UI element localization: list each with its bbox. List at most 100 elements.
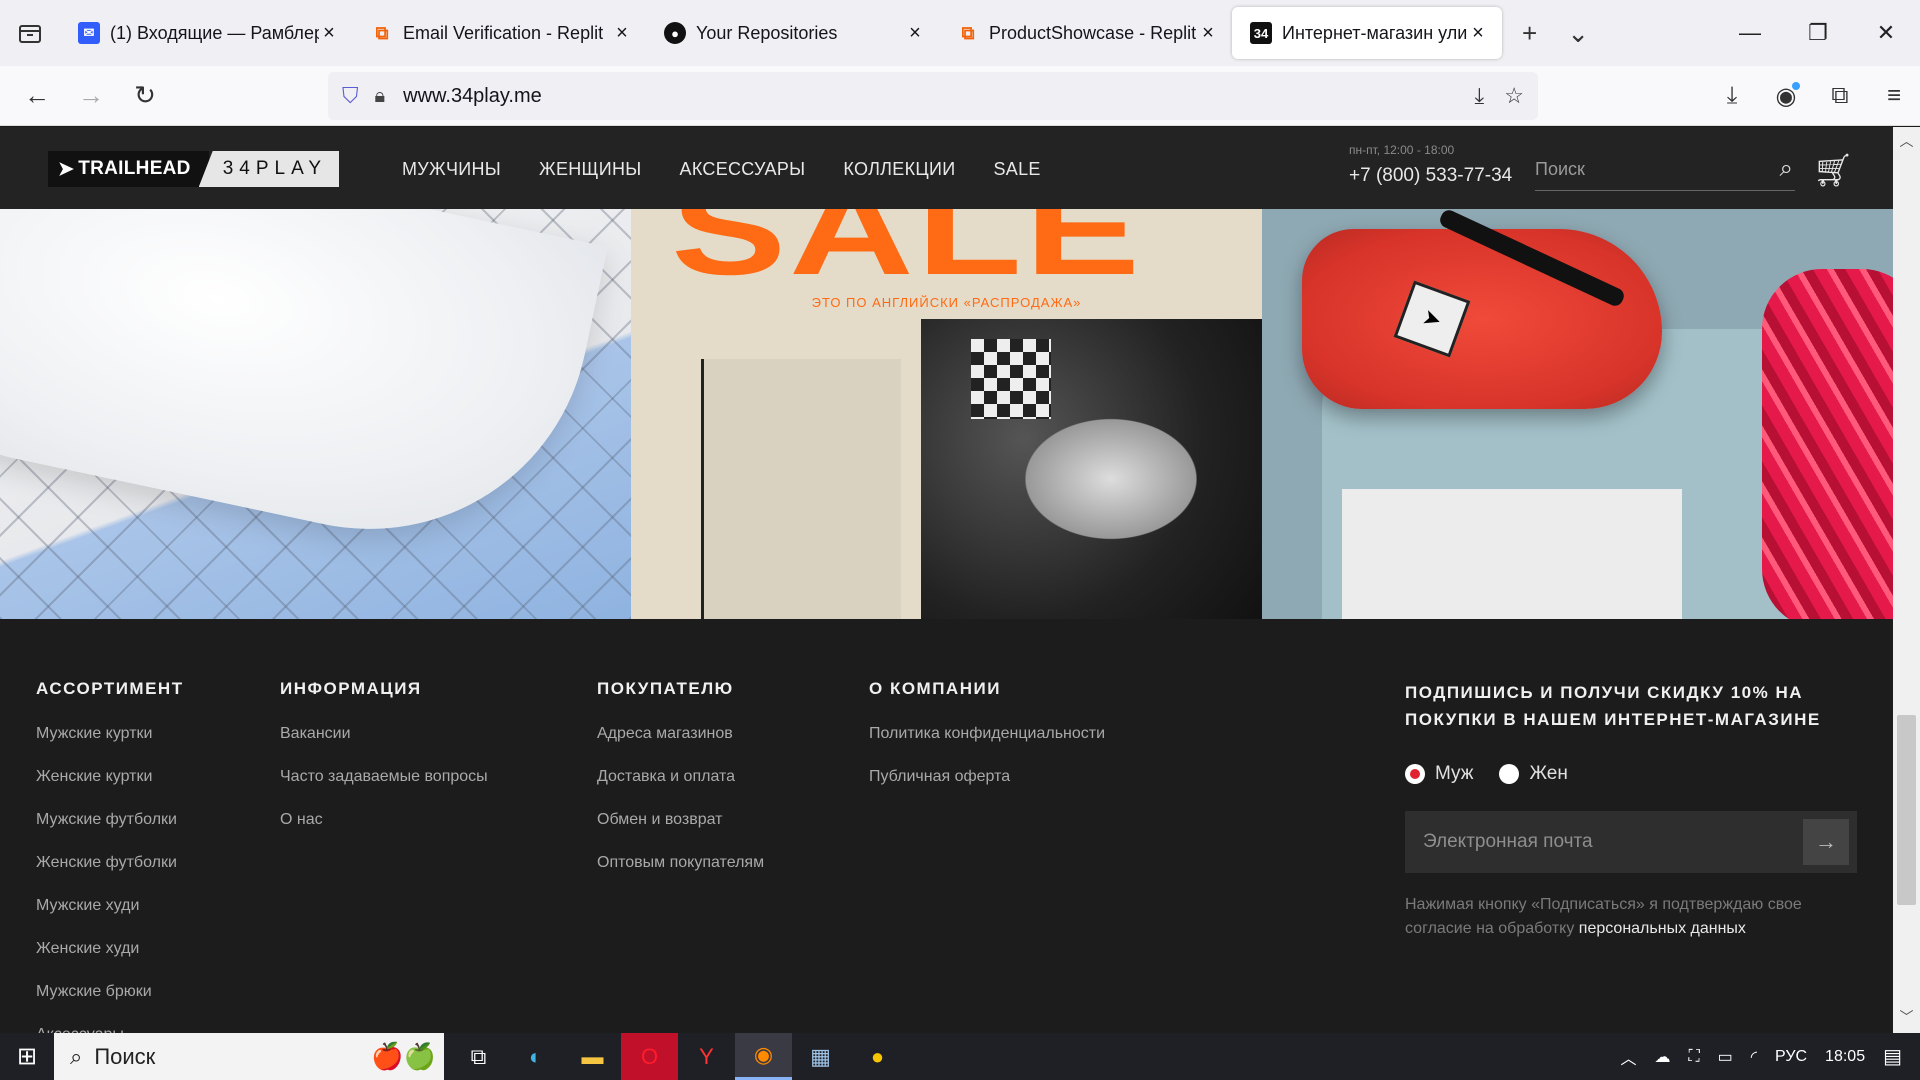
task-view-icon[interactable]: ⧉ (450, 1033, 507, 1080)
email-field[interactable] (1423, 831, 1803, 853)
shield-icon[interactable]: ⛉ (342, 83, 359, 109)
close-tab-icon[interactable]: × (612, 22, 632, 45)
browser-tab[interactable]: ✉ (1) Входящие — Рамблер × (60, 7, 353, 59)
firefox-icon[interactable]: ◉ (735, 1033, 792, 1080)
cart-icon[interactable]: 🛒︎ (1813, 151, 1854, 189)
chevron-down-icon[interactable]: ⌄ (1567, 18, 1589, 49)
close-tab-icon[interactable]: × (1198, 22, 1218, 45)
tab-actions: + ⌄ (1522, 18, 1589, 49)
search-icon: ⌕ (70, 1043, 83, 1069)
url-text[interactable]: www.34play.me (403, 85, 1454, 108)
forward-icon[interactable]: → (64, 74, 118, 118)
gender-radio-male[interactable]: Муж (1405, 763, 1473, 785)
tray-app-icon[interactable]: ⛶ (1688, 1048, 1699, 1066)
footer-column-information: ИНФОРМАЦИЯ Вакансии Часто задаваемые воп… (280, 679, 488, 848)
taskbar-search[interactable]: ⌕ 🍎🍏 (54, 1033, 444, 1080)
language-indicator[interactable]: РУС (1775, 1048, 1807, 1066)
footer-link[interactable]: Женские худи (36, 934, 184, 977)
scroll-up-icon[interactable]: ︿ (1893, 131, 1920, 153)
lock-icon[interactable]: 🔒︎ (375, 85, 386, 108)
scroll-down-icon[interactable]: ﹀ (1893, 1007, 1920, 1029)
footer-link[interactable]: Вакансии (280, 719, 488, 762)
tab-title: ProductShowcase - Replit (989, 22, 1197, 43)
footer-link[interactable]: О нас (280, 805, 488, 848)
footer-link[interactable]: Мужские футболки (36, 805, 184, 848)
footer-link[interactable]: Обмен и возврат (597, 805, 764, 848)
footer-link[interactable]: Женские футболки (36, 848, 184, 891)
downloads-icon[interactable]: ⤓ (1716, 74, 1748, 118)
account-icon[interactable]: ◉ (1770, 74, 1802, 118)
minimize-icon[interactable]: — (1716, 0, 1784, 66)
clock[interactable]: 18:05 (1825, 1048, 1865, 1066)
browser-nav-bar: ← → ↻ ⛉ 🔒︎ www.34play.me ⤓ ☆ ⤓ ◉ ⧉ ≡ (0, 66, 1920, 126)
banner-tshirts[interactable] (0, 209, 631, 619)
reload-icon[interactable]: ↻ (118, 74, 172, 118)
footer-link[interactable]: Мужские куртки (36, 719, 184, 762)
page-scrollbar[interactable]: ︿ ﹀ (1893, 127, 1920, 1033)
subscribe-arrow-button[interactable]: → (1803, 819, 1849, 865)
close-window-icon[interactable]: ✕ (1852, 0, 1920, 66)
bookmark-star-icon[interactable]: ☆ (1504, 83, 1524, 109)
yandex-browser-icon[interactable]: Y (678, 1033, 735, 1080)
taskbar-search-input[interactable] (94, 1043, 335, 1070)
restore-icon[interactable]: ❐ (1784, 0, 1852, 66)
new-tab-icon[interactable]: + (1522, 18, 1537, 49)
back-icon[interactable]: ← (10, 74, 64, 118)
notifications-icon[interactable]: ▤ (1883, 1044, 1902, 1069)
calculator-icon[interactable]: ▦ (792, 1033, 849, 1080)
browser-tab-active[interactable]: 34 Интернет-магазин уличн × (1232, 7, 1502, 59)
browser-tab[interactable]: ⧉ Email Verification - Replit × (353, 7, 646, 59)
install-page-icon[interactable]: ⤓ (1475, 83, 1485, 109)
footer-link[interactable]: Часто задаваемые вопросы (280, 762, 488, 805)
battery-icon[interactable]: ▭ (1718, 1047, 1733, 1067)
1c-icon[interactable]: ● (849, 1033, 906, 1080)
subscribe-title: ПОДПИШИСЬ И ПОЛУЧИ СКИДКУ 10% НА ПОКУПКИ… (1405, 683, 1821, 729)
footer-link[interactable]: Публичная оферта (869, 762, 1105, 805)
wifi-icon[interactable]: ◜ (1751, 1047, 1757, 1067)
menu-item-accessories[interactable]: АКСЕССУАРЫ (680, 159, 806, 180)
opera-icon[interactable]: O (621, 1033, 678, 1080)
banner-sale[interactable]: SALE ЭТО ПО АНГЛИЙСКИ «РАСПРОДАЖА» (631, 209, 1262, 619)
footer-link[interactable]: Женские куртки (36, 762, 184, 805)
footer-link[interactable]: Мужские брюки (36, 977, 184, 1020)
footer-column-title: АССОРТИМЕНТ (36, 679, 184, 698)
climbing-rope-image (1762, 269, 1893, 619)
footer-link[interactable]: Политика конфиденциальности (869, 719, 1105, 762)
banner-accessories[interactable]: ➤ (1262, 209, 1893, 619)
close-tab-icon[interactable]: × (1468, 22, 1488, 45)
footer-link[interactable]: Доставка и оплата (597, 762, 764, 805)
onedrive-icon[interactable]: ☁ (1654, 1047, 1670, 1067)
windows-start-icon[interactable]: ⊞ (0, 1033, 54, 1080)
menu-item-men[interactable]: МУЖЧИНЫ (402, 159, 501, 180)
arrow-icon: ➤ (58, 158, 75, 180)
mail-icon: ✉ (78, 22, 100, 44)
search-input[interactable] (1535, 159, 1755, 180)
gender-label-male: Муж (1435, 763, 1474, 784)
scrollbar-thumb[interactable] (1897, 715, 1916, 905)
site-logo[interactable]: ➤ TRAILHEAD 34PLAY (48, 151, 340, 187)
file-explorer-icon[interactable]: ▬ (564, 1033, 621, 1080)
footer-link[interactable]: Адреса магазинов (597, 719, 764, 762)
browser-tab[interactable]: ● Your Repositories × (646, 7, 939, 59)
close-tab-icon[interactable]: × (319, 22, 339, 45)
extensions-icon[interactable]: ⧉ (1824, 74, 1856, 118)
address-bar[interactable]: ⛉ 🔒︎ www.34play.me ⤓ ☆ (328, 72, 1538, 120)
radio-checked-icon[interactable] (1405, 764, 1425, 784)
menu-item-women[interactable]: ЖЕНЩИНЫ (539, 159, 641, 180)
menu-item-sale[interactable]: SALE (993, 159, 1040, 180)
radio-unchecked-icon[interactable] (1499, 764, 1520, 784)
browser-tab[interactable]: ⧉ ProductShowcase - Replit × (939, 7, 1232, 59)
footer-link[interactable]: Оптовым покупателям (597, 848, 764, 891)
tab-title: Your Repositories (696, 22, 838, 43)
tab-list-icon[interactable] (0, 0, 60, 66)
personal-data-link[interactable]: персональных данных (1579, 920, 1746, 937)
menu-item-collections[interactable]: КОЛЛЕКЦИИ (843, 159, 955, 180)
gender-radio-female[interactable]: Жен (1499, 763, 1568, 785)
phone-link[interactable]: +7 (800) 533-77-34 (1349, 165, 1512, 187)
search-icon[interactable]: ⌕ (1780, 155, 1793, 183)
close-tab-icon[interactable]: × (905, 22, 925, 45)
edge-icon[interactable]: ◐ (507, 1033, 564, 1080)
tray-chevron-up-icon[interactable]: ︿ (1620, 1045, 1636, 1069)
menu-icon[interactable]: ≡ (1878, 74, 1910, 118)
footer-link[interactable]: Мужские худи (36, 891, 184, 934)
